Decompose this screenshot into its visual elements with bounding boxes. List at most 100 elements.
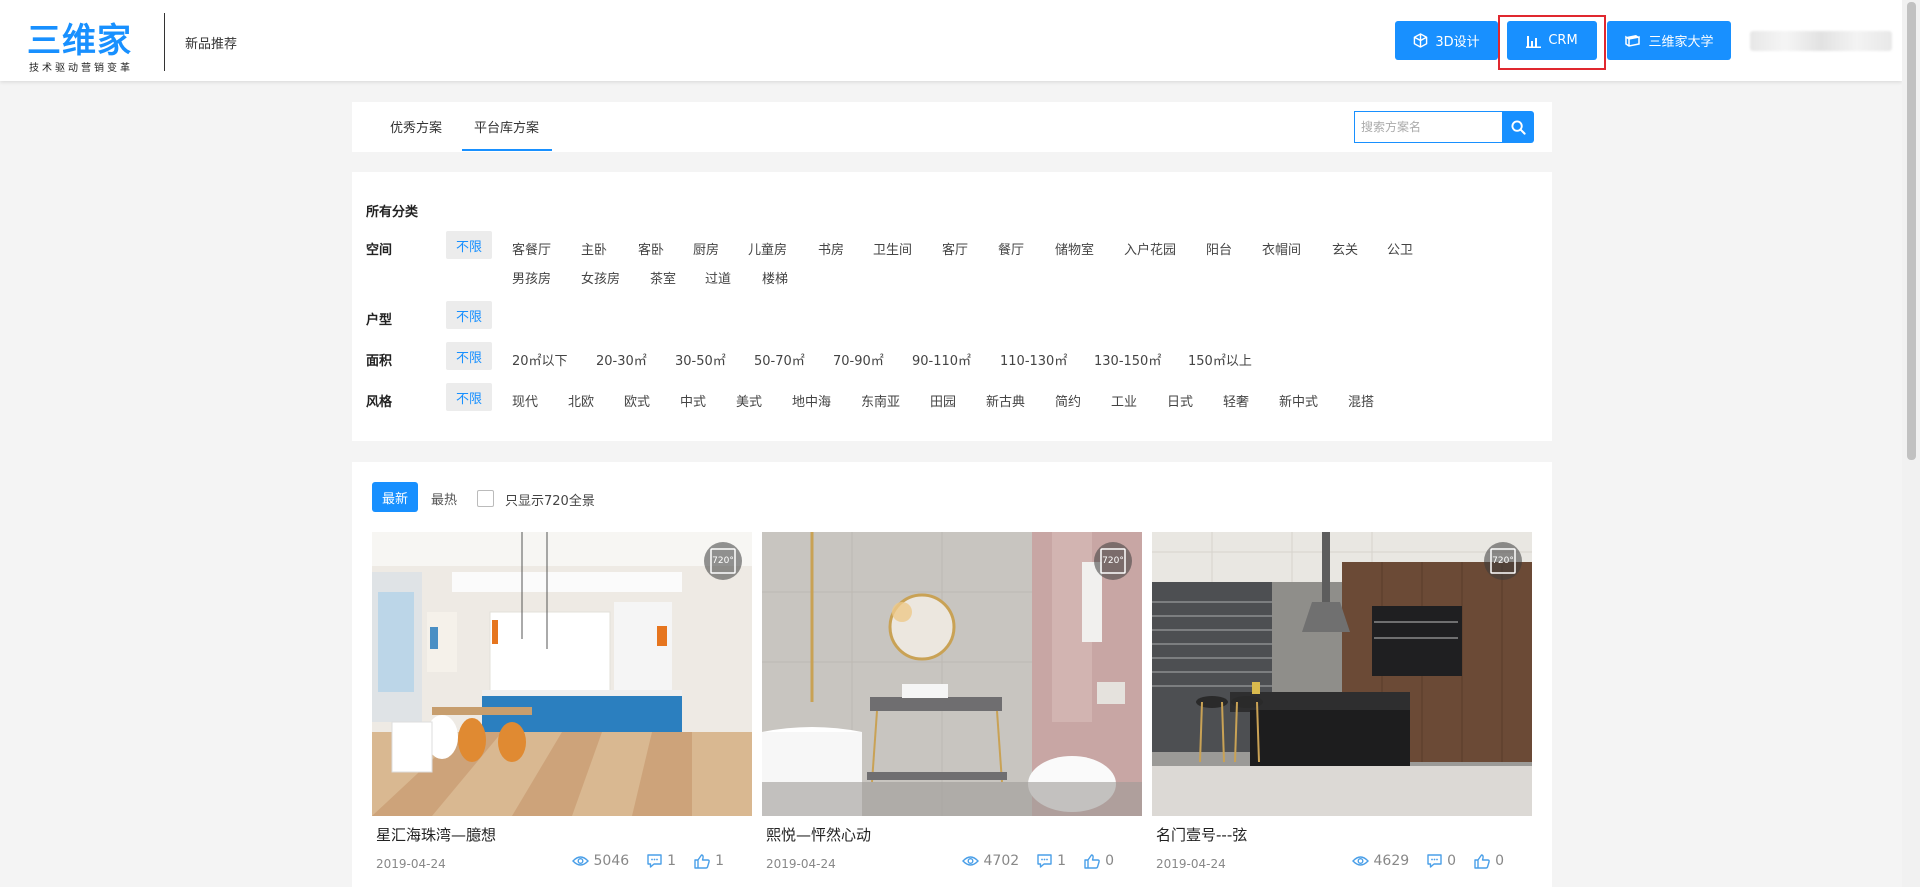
nav-new-products[interactable]: 新品推荐 <box>185 33 237 52</box>
scheme-card[interactable]: 720° 星汇海珠湾—臆想 2019-04-24 5046 1 1 <box>372 532 752 887</box>
brand-logo[interactable]: 三维家 技术驱动营销变革 <box>27 13 135 74</box>
comment-icon <box>1037 854 1052 868</box>
page-scrollbar[interactable] <box>1902 0 1920 887</box>
filter-option[interactable]: 中式 <box>680 391 706 410</box>
tab-platform-schemes[interactable]: 平台库方案 <box>474 117 539 136</box>
scheme-thumbnail[interactable]: 720° <box>1152 532 1532 816</box>
filter-label-style: 风格 <box>366 395 393 410</box>
filter-option[interactable]: 卫生间 <box>873 239 912 258</box>
filter-label-space: 空间 <box>366 243 393 258</box>
filter-label-area: 面积 <box>366 354 393 369</box>
scheme-title[interactable]: 熙悦—怦然心动 <box>766 824 871 845</box>
university-label: 三维家大学 <box>1648 35 1714 50</box>
scheme-title[interactable]: 名门壹号---弦 <box>1156 824 1247 845</box>
filter-option[interactable]: 公卫 <box>1387 239 1413 258</box>
scrollbar-thumb[interactable] <box>1907 2 1916 460</box>
sort-newest-button[interactable]: 最新 <box>372 482 418 512</box>
filter-style-unlimited[interactable]: 不限 <box>446 383 492 411</box>
comment-icon <box>1427 854 1442 868</box>
filter-option[interactable]: 儿童房 <box>748 239 787 258</box>
scheme-search-input[interactable] <box>1354 111 1502 143</box>
filter-option[interactable]: 衣帽间 <box>1262 239 1301 258</box>
filter-option[interactable]: 田园 <box>930 391 956 410</box>
user-account-blurred[interactable] <box>1750 31 1892 51</box>
scheme-thumbnail[interactable]: 720° <box>762 532 1142 816</box>
header-divider <box>164 13 165 71</box>
all-categories-heading: 所有分类 <box>366 205 419 220</box>
filter-option[interactable]: 东南亚 <box>861 391 900 410</box>
comment-count: 0 <box>1447 853 1457 869</box>
pano-only-checkbox[interactable] <box>477 490 494 507</box>
scheme-title[interactable]: 星汇海珠湾—臆想 <box>376 824 496 845</box>
filter-option[interactable]: 工业 <box>1111 391 1137 410</box>
filter-option[interactable]: 北欧 <box>568 391 594 410</box>
panorama-720-badge: 720° <box>704 542 742 580</box>
filter-option[interactable]: 70-90㎡ <box>833 350 884 369</box>
filter-option[interactable]: 客厅 <box>942 239 968 258</box>
sort-hottest-button[interactable]: 最热 <box>431 489 457 508</box>
filter-option[interactable]: 楼梯 <box>762 268 788 287</box>
filter-option[interactable]: 20-30㎡ <box>596 350 647 369</box>
university-button[interactable]: 三维家大学 <box>1607 21 1731 60</box>
scheme-list-panel: 最新 最热 只显示720全景 720° 星汇海珠湾—臆想 2019-04-24 … <box>352 462 1552 887</box>
scheme-stats: 4702 1 0 <box>961 853 1114 869</box>
filter-option[interactable]: 30-50㎡ <box>675 350 726 369</box>
filter-option[interactable]: 客卧 <box>638 239 664 258</box>
filter-area-unlimited[interactable]: 不限 <box>446 342 492 370</box>
filter-option[interactable]: 50-70㎡ <box>754 350 805 369</box>
pano-only-label[interactable]: 只显示720全景 <box>505 490 595 509</box>
panorama-badge-text: 720° <box>712 556 734 566</box>
filter-option[interactable]: 入户花园 <box>1124 239 1176 258</box>
panorama-720-badge: 720° <box>1484 542 1522 580</box>
filter-option[interactable]: 20㎡以下 <box>512 350 568 369</box>
filter-option[interactable]: 90-110㎡ <box>912 350 971 369</box>
comment-count: 1 <box>1057 853 1067 869</box>
filter-option[interactable]: 书房 <box>818 239 844 258</box>
view-count: 5046 <box>593 853 630 869</box>
filter-option[interactable]: 混搭 <box>1348 391 1374 410</box>
3d-design-button[interactable]: 3D设计 <box>1395 21 1498 60</box>
filter-option[interactable]: 女孩房 <box>581 268 620 287</box>
filter-option[interactable]: 150㎡以上 <box>1188 350 1252 369</box>
eye-icon <box>961 856 979 866</box>
filter-option[interactable]: 欧式 <box>624 391 650 410</box>
filter-option[interactable]: 现代 <box>512 391 538 410</box>
filter-option[interactable]: 日式 <box>1167 391 1193 410</box>
panorama-720-badge: 720° <box>1094 542 1132 580</box>
filter-option[interactable]: 餐厅 <box>998 239 1024 258</box>
scheme-thumbnail[interactable]: 720° <box>372 532 752 816</box>
panorama-badge-text: 720° <box>1492 556 1514 566</box>
scheme-card[interactable]: 720° 熙悦—怦然心动 2019-04-24 4702 1 0 <box>762 532 1142 887</box>
scheme-stats: 5046 1 1 <box>571 853 724 869</box>
scheme-date: 2019-04-24 <box>1156 857 1226 871</box>
filter-option[interactable]: 客餐厅 <box>512 239 551 258</box>
filter-option[interactable]: 过道 <box>705 268 731 287</box>
filter-option[interactable]: 110-130㎡ <box>1000 350 1067 369</box>
scheme-card[interactable]: 720° 名门壹号---弦 2019-04-24 4629 0 0 <box>1152 532 1532 887</box>
filter-option[interactable]: 地中海 <box>792 391 831 410</box>
filter-option[interactable]: 美式 <box>736 391 762 410</box>
thumbs-up-icon <box>694 853 710 869</box>
filter-option[interactable]: 玄关 <box>1332 239 1358 258</box>
cube-icon <box>1414 33 1428 48</box>
filter-option[interactable]: 新中式 <box>1279 391 1318 410</box>
search-button[interactable] <box>1502 111 1534 143</box>
filter-option[interactable]: 主卧 <box>581 239 607 258</box>
filter-option[interactable]: 轻奢 <box>1223 391 1249 410</box>
logo-text: 三维家 <box>27 21 132 61</box>
active-tab-indicator <box>462 149 552 151</box>
filter-option[interactable]: 储物室 <box>1055 239 1094 258</box>
filter-label-layout: 户型 <box>366 313 393 328</box>
filter-option[interactable]: 新古典 <box>986 391 1025 410</box>
filter-option[interactable]: 阳台 <box>1206 239 1232 258</box>
filter-option[interactable]: 男孩房 <box>512 268 551 287</box>
filter-option[interactable]: 厨房 <box>693 239 719 258</box>
scheme-stats: 4629 0 0 <box>1351 853 1504 869</box>
tab-excellent-schemes[interactable]: 优秀方案 <box>390 117 442 136</box>
filter-space-unlimited[interactable]: 不限 <box>446 231 492 259</box>
filter-option[interactable]: 130-150㎡ <box>1094 350 1161 369</box>
thumbs-up-icon <box>1084 853 1100 869</box>
filter-option[interactable]: 简约 <box>1055 391 1081 410</box>
filter-layout-unlimited[interactable]: 不限 <box>446 301 492 329</box>
filter-option[interactable]: 茶室 <box>650 268 676 287</box>
